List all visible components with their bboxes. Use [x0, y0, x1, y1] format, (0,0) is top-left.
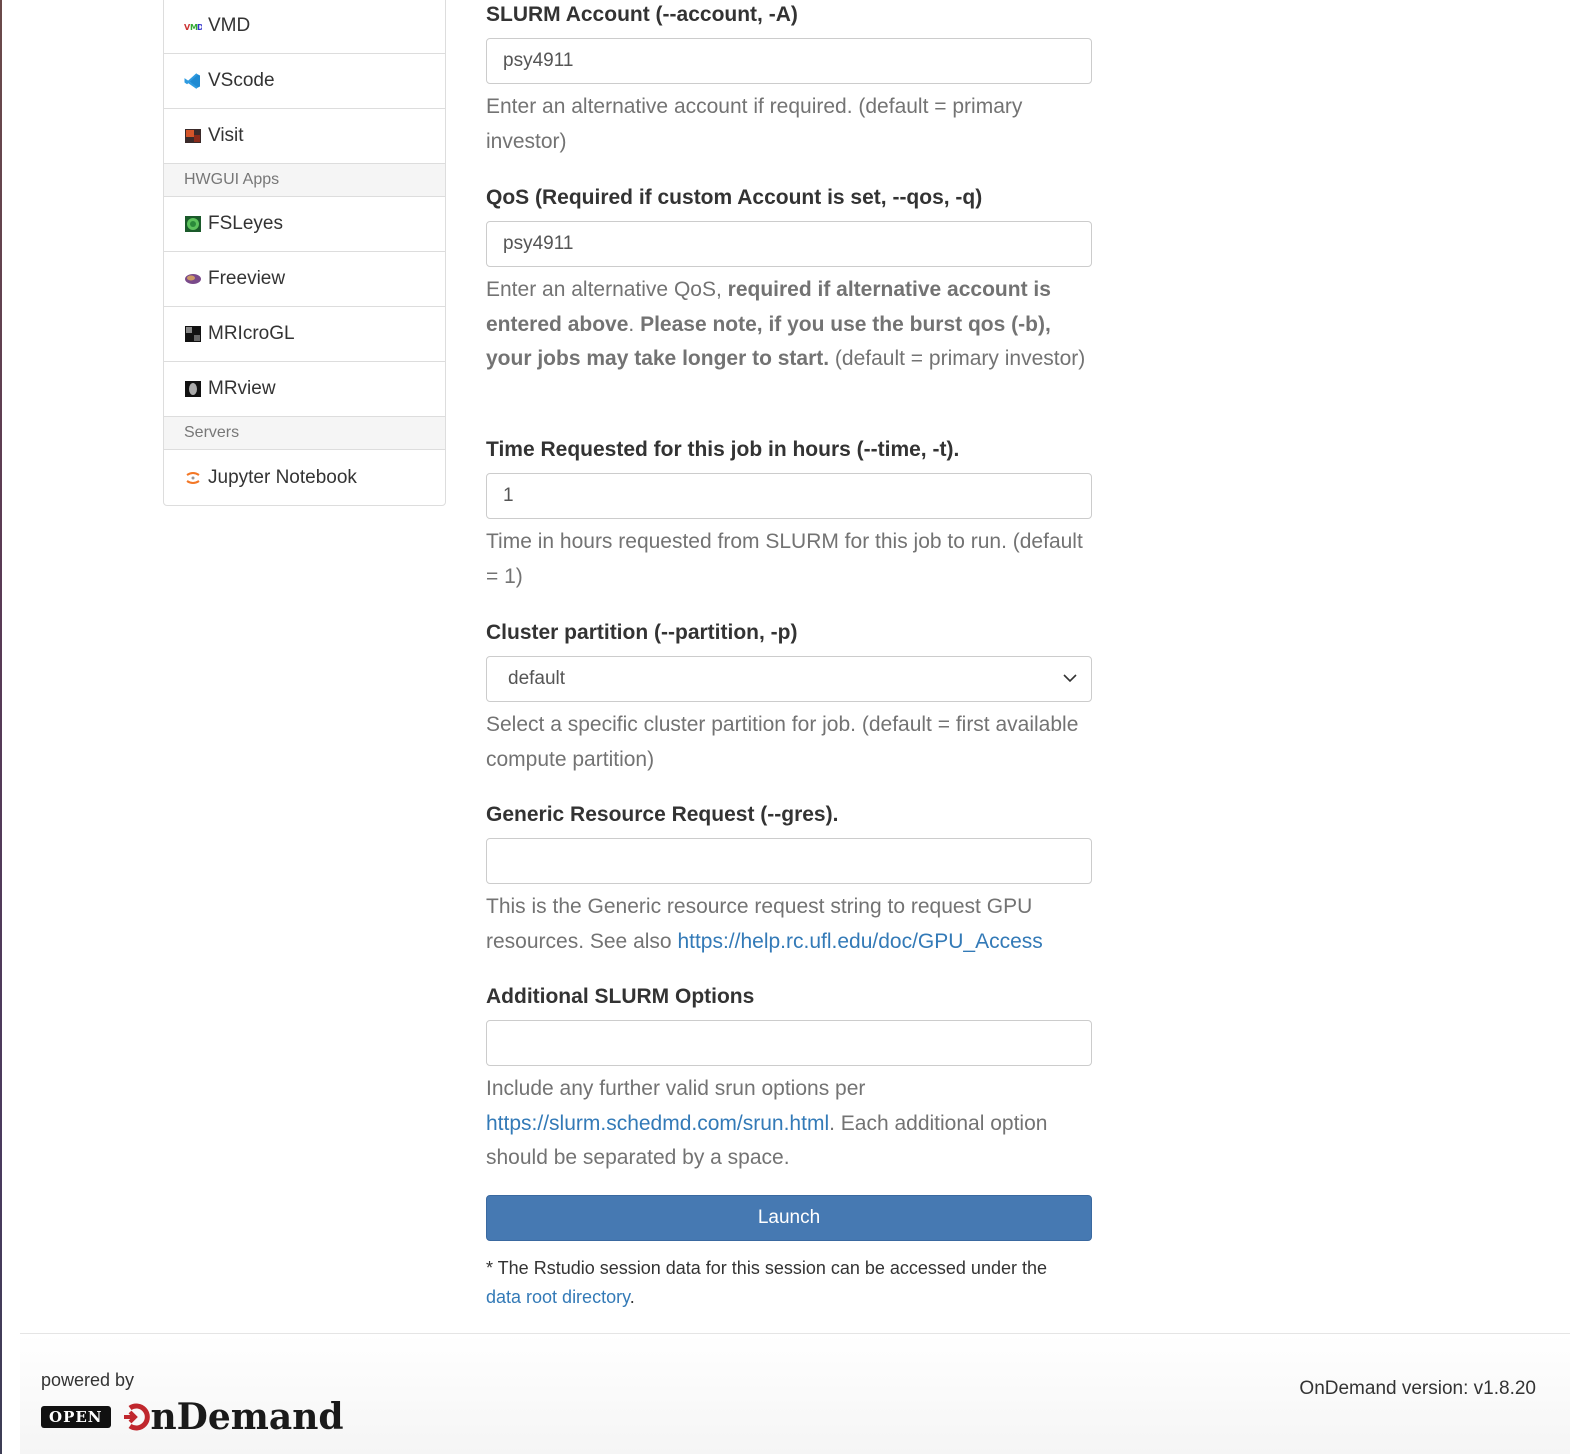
qos-help-separator: .	[628, 312, 641, 336]
open-badge: OPEN	[41, 1406, 111, 1428]
qos-help: Enter an alternative QoS, required if al…	[486, 273, 1092, 377]
account-label: SLURM Account (--account, -A)	[486, 3, 798, 26]
gres-help: This is the Generic resource request str…	[486, 890, 1092, 959]
sidebar-item-fsleyes[interactable]: FSLeyes	[164, 197, 445, 252]
sidebar-item-label: Freeview	[208, 268, 286, 289]
srun-docs-link[interactable]: https://slurm.schedmd.com/srun.html	[486, 1112, 829, 1135]
sidebar-item-label: FSLeyes	[208, 213, 283, 234]
sidebar-item-vscode[interactable]: VScode	[164, 54, 445, 109]
partition-label: Cluster partition (--partition, -p)	[486, 621, 798, 644]
gres-group: Generic Resource Request (--gres). This …	[486, 800, 1092, 959]
account-group: SLURM Account (--account, -A) psy4911 En…	[486, 0, 1092, 159]
partition-select[interactable]: default	[486, 656, 1092, 702]
sidebar-item-label: VMD	[208, 15, 251, 36]
additional-input[interactable]	[486, 1020, 1092, 1066]
sidebar-item-mricrogl[interactable]: MRIcroGL	[164, 307, 445, 362]
partition-group: Cluster partition (--partition, -p) defa…	[486, 618, 1092, 777]
fsleyes-icon	[184, 215, 202, 233]
time-help: Time in hours requested from SLURM for t…	[486, 530, 1083, 588]
note-text: * The Rstudio session data for this sess…	[486, 1258, 1047, 1278]
ondemand-brand-text: nDemand	[150, 1396, 344, 1438]
time-label: Time Requested for this job in hours (--…	[486, 438, 960, 461]
data-root-directory-link[interactable]: data root directory	[486, 1287, 630, 1307]
session-data-note: * The Rstudio session data for this sess…	[486, 1254, 1126, 1312]
page-footer: powered by OPEN nDemand OnDemand version…	[20, 1333, 1570, 1454]
open-ondemand-logo[interactable]: OPEN nDemand	[41, 1396, 344, 1438]
sidebar-item-label: Jupyter Notebook	[208, 466, 357, 488]
gres-label: Generic Resource Request (--gres).	[486, 803, 839, 826]
additional-help: Include any further valid srun options p…	[486, 1072, 1092, 1176]
launch-button[interactable]: Launch	[486, 1195, 1092, 1241]
additional-label: Additional SLURM Options	[486, 985, 755, 1008]
sidebar-item-vmd[interactable]: VMD VMD	[164, 0, 445, 54]
qos-label: QoS (Required if custom Account is set, …	[486, 186, 983, 209]
version-text: OnDemand version: v1.8.20	[1299, 1378, 1536, 1399]
sidebar-header-hwgui: HWGUI Apps	[164, 164, 445, 197]
window-edge	[0, 0, 2, 1454]
time-input[interactable]: 1	[486, 473, 1092, 519]
vscode-icon	[184, 72, 202, 90]
freeview-icon	[184, 270, 202, 288]
qos-help-default: (default = primary investor)	[829, 347, 1086, 370]
account-input[interactable]: psy4911	[486, 38, 1092, 84]
powered-by-text: powered by	[41, 1370, 135, 1390]
sidebar-header-servers: Servers	[164, 417, 445, 450]
sidebar-item-visit[interactable]: Visit	[164, 109, 445, 164]
time-group: Time Requested for this job in hours (--…	[486, 435, 1092, 594]
sidebar-item-label: VScode	[208, 70, 275, 91]
qos-help-text: Enter an alternative QoS,	[486, 278, 728, 301]
ondemand-wordmark: nDemand	[121, 1396, 344, 1438]
account-help: Enter an alternative account if required…	[486, 95, 1023, 153]
chevron-down-icon	[1063, 674, 1077, 683]
jupyter-icon	[184, 469, 202, 487]
vmd-icon: VMD	[184, 17, 204, 35]
mrview-icon	[184, 380, 202, 398]
mricrogl-icon	[184, 325, 202, 343]
partition-selected-value: default	[508, 668, 566, 689]
sidebar-item-label: Visit	[208, 125, 244, 146]
note-period: .	[629, 1287, 635, 1307]
svg-text:D: D	[197, 23, 202, 32]
additional-group: Additional SLURM Options Include any fur…	[486, 982, 1092, 1176]
partition-help: Select a specific cluster partition for …	[486, 713, 1079, 771]
qos-input[interactable]: psy4911	[486, 221, 1092, 267]
additional-help-text: Include any further valid srun options p…	[486, 1077, 866, 1100]
sidebar-item-freeview[interactable]: Freeview	[164, 252, 445, 307]
sidebar-item-jupyter[interactable]: Jupyter Notebook	[164, 450, 445, 505]
app-sidebar: VMD VMD VScode Visit HWGUI Apps FSLeyes …	[163, 0, 446, 506]
sidebar-item-label: MRview	[208, 378, 276, 399]
ondemand-power-icon	[123, 1403, 150, 1431]
qos-group: QoS (Required if custom Account is set, …	[486, 183, 1092, 377]
visit-icon	[184, 127, 202, 145]
sidebar-item-label: MRIcroGL	[208, 323, 295, 344]
gres-input[interactable]	[486, 838, 1092, 884]
gpu-access-link[interactable]: https://help.rc.ufl.edu/doc/GPU_Access	[677, 930, 1042, 953]
sidebar-item-mrview[interactable]: MRview	[164, 362, 445, 417]
